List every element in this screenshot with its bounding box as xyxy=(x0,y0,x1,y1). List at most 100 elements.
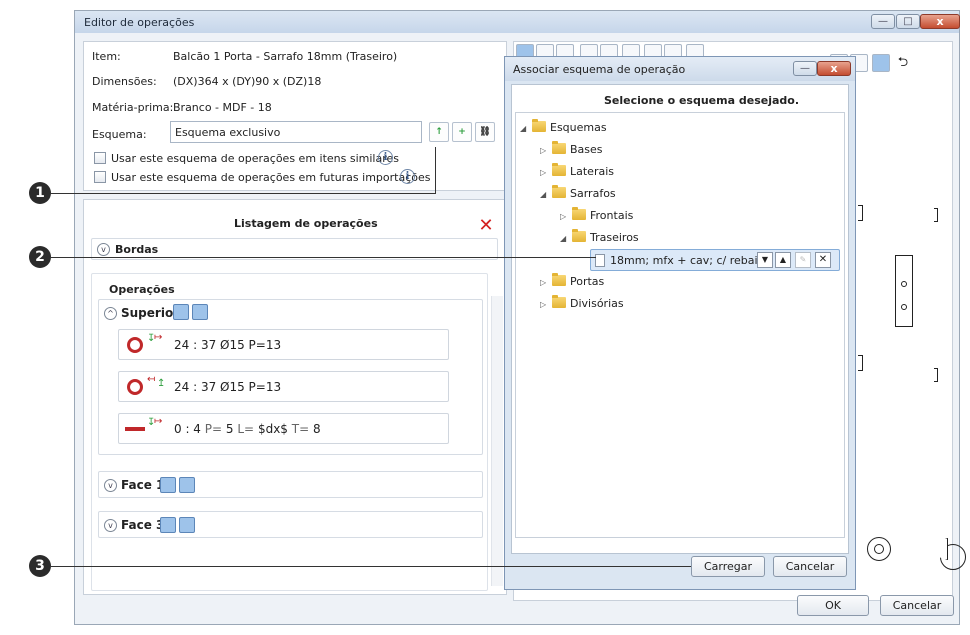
tree-node-selected[interactable]: 18mm; mfx + cav; c/ rebaixo ▼ ▲ ✎ ✕ xyxy=(590,249,840,271)
folder-icon xyxy=(572,207,586,220)
dimensions-value: (DX)364 x (DY)90 x (DZ)18 xyxy=(173,75,322,88)
cancel-button[interactable]: Cancelar xyxy=(880,595,954,616)
list-title: Listagem de operações xyxy=(234,217,378,230)
add-line-operation-icon[interactable] xyxy=(179,517,195,533)
operation-item[interactable]: ↧ ↦ 24 : 37 Ø15 P=13 xyxy=(118,329,449,360)
add-operation-icon[interactable] xyxy=(160,477,176,493)
collapse-triangle-icon[interactable]: ◢ xyxy=(540,190,552,199)
rotate-icon[interactable]: ⮌ xyxy=(894,54,912,72)
operation-item[interactable]: ↧ ↦ 0 : 4 P= 5 L= $dx$ T= 8 xyxy=(118,413,449,444)
tree-label: Divisórias xyxy=(570,297,624,310)
operation-item[interactable]: ↤ ↥ 24 : 37 Ø15 P=13 xyxy=(118,371,449,402)
edit-icon[interactable]: ✎ xyxy=(795,252,811,268)
op-t-key: T= xyxy=(291,422,310,436)
scheme-field[interactable]: Esquema exclusivo xyxy=(170,121,422,143)
maximize-button[interactable]: □ xyxy=(896,14,920,29)
expand-triangle-icon[interactable]: ▷ xyxy=(540,300,552,309)
info-icon[interactable]: i xyxy=(378,150,393,165)
vertical-scrollbar[interactable] xyxy=(491,296,503,586)
view-icon[interactable] xyxy=(872,54,890,72)
bracket-mark xyxy=(934,368,938,382)
dimensions-label: Dimensões: xyxy=(92,75,157,88)
load-button[interactable]: Carregar xyxy=(691,556,765,577)
tree-label: Laterais xyxy=(570,165,614,178)
expand-triangle-icon[interactable]: ▷ xyxy=(560,212,572,221)
chevron-down-icon[interactable]: v xyxy=(97,243,110,256)
operation-text: 24 : 37 Ø15 P=13 xyxy=(174,380,282,394)
dialog-title-bar: Associar esquema de operação — x xyxy=(505,57,855,81)
tree-node-sarrafos[interactable]: ◢ Sarrafos xyxy=(540,185,616,200)
tree-node-frontais[interactable]: ▷ Frontais xyxy=(560,207,633,222)
move-up-icon[interactable]: ▲ xyxy=(775,252,791,268)
add-operation-icon[interactable] xyxy=(173,304,189,320)
op-p-value: 5 xyxy=(225,422,234,436)
scheme-label: Esquema: xyxy=(92,128,147,141)
folder-icon xyxy=(552,163,566,176)
add-operation-icon[interactable] xyxy=(160,517,176,533)
remove-icon[interactable]: ✕ xyxy=(815,252,831,268)
callout-3: 3 xyxy=(29,555,51,577)
callout-2: 2 xyxy=(29,246,51,268)
callout-1: 1 xyxy=(29,182,51,204)
chevron-down-icon[interactable]: v xyxy=(104,479,117,492)
add-line-operation-icon[interactable] xyxy=(179,477,195,493)
bracket-mark xyxy=(858,205,863,221)
drill-circle-icon xyxy=(127,337,143,353)
op-offset: 0 : 4 xyxy=(174,422,201,436)
tree-label: Sarrafos xyxy=(570,187,616,200)
minimize-button[interactable]: — xyxy=(871,14,895,29)
folder-icon xyxy=(572,229,586,242)
face1-section[interactable]: v Face 1 xyxy=(98,471,483,498)
tree-node-traseiros[interactable]: ◢ Traseiros xyxy=(560,229,639,244)
callout-line xyxy=(51,257,596,258)
operations-label: Operações xyxy=(109,283,175,296)
superior-label: Superior xyxy=(121,306,180,320)
callout-line xyxy=(51,566,691,567)
tree-node-portas[interactable]: ▷ Portas xyxy=(540,273,604,288)
main-window-title: Editor de operações xyxy=(84,16,195,29)
chevron-down-icon[interactable]: v xyxy=(104,519,117,532)
folder-icon xyxy=(552,273,566,286)
main-title-bar: Editor de operações — □ x xyxy=(75,11,960,33)
collapse-triangle-icon[interactable]: ◢ xyxy=(560,234,572,243)
add-line-operation-icon[interactable] xyxy=(192,304,208,320)
crosshair-icon[interactable] xyxy=(867,537,891,561)
expand-triangle-icon[interactable]: ▷ xyxy=(540,278,552,287)
groove-line-icon xyxy=(125,427,145,431)
collapse-triangle-icon[interactable]: ◢ xyxy=(520,124,532,133)
unlink-icon[interactable]: ⛓ xyxy=(475,122,495,142)
scheme-add-icon[interactable]: + xyxy=(452,122,472,142)
folder-icon xyxy=(532,119,546,132)
move-down-icon[interactable]: ▼ xyxy=(757,252,773,268)
future-imports-checkbox[interactable] xyxy=(94,171,106,183)
similar-items-checkbox[interactable] xyxy=(94,152,106,164)
op-t-value: 8 xyxy=(313,422,321,436)
face3-section[interactable]: v Face 3 xyxy=(98,511,483,538)
scheme-load-icon[interactable]: ↑ xyxy=(429,122,449,142)
info-icon[interactable]: i xyxy=(400,169,415,184)
material-value: Branco - MDF - 18 xyxy=(173,101,272,114)
axis-arrow-icon: ↦ xyxy=(154,416,163,427)
delete-icon[interactable]: ✕ xyxy=(477,217,495,235)
tree-node-divisorias[interactable]: ▷ Divisórias xyxy=(540,295,624,310)
future-imports-label: Usar este esquema de operações em futura… xyxy=(111,171,431,184)
tree-label: Bases xyxy=(570,143,603,156)
bracket-mark xyxy=(934,208,938,222)
scheme-value: Esquema exclusivo xyxy=(175,126,281,139)
tree-node-esquemas[interactable]: ◢ Esquemas xyxy=(520,119,607,134)
dialog-cancel-button[interactable]: Cancelar xyxy=(773,556,847,577)
expand-triangle-icon[interactable]: ▷ xyxy=(540,146,552,155)
close-button[interactable]: x xyxy=(920,14,960,29)
dialog-minimize-button[interactable]: — xyxy=(793,61,817,76)
tree-node-laterais[interactable]: ▷ Laterais xyxy=(540,163,614,178)
folder-icon xyxy=(552,141,566,154)
ok-button[interactable]: OK xyxy=(797,595,869,616)
tree-node-bases[interactable]: ▷ Bases xyxy=(540,141,603,156)
operation-text: 24 : 37 Ø15 P=13 xyxy=(174,338,282,352)
axis-arrow-icon: ↥ xyxy=(157,378,166,389)
chevron-up-icon[interactable]: ^ xyxy=(104,307,117,320)
expand-triangle-icon[interactable]: ▷ xyxy=(540,168,552,177)
drill-circle-icon xyxy=(127,379,143,395)
operation-line-text: 0 : 4 P= 5 L= $dx$ T= 8 xyxy=(174,422,321,436)
dialog-close-button[interactable]: x xyxy=(817,61,851,76)
